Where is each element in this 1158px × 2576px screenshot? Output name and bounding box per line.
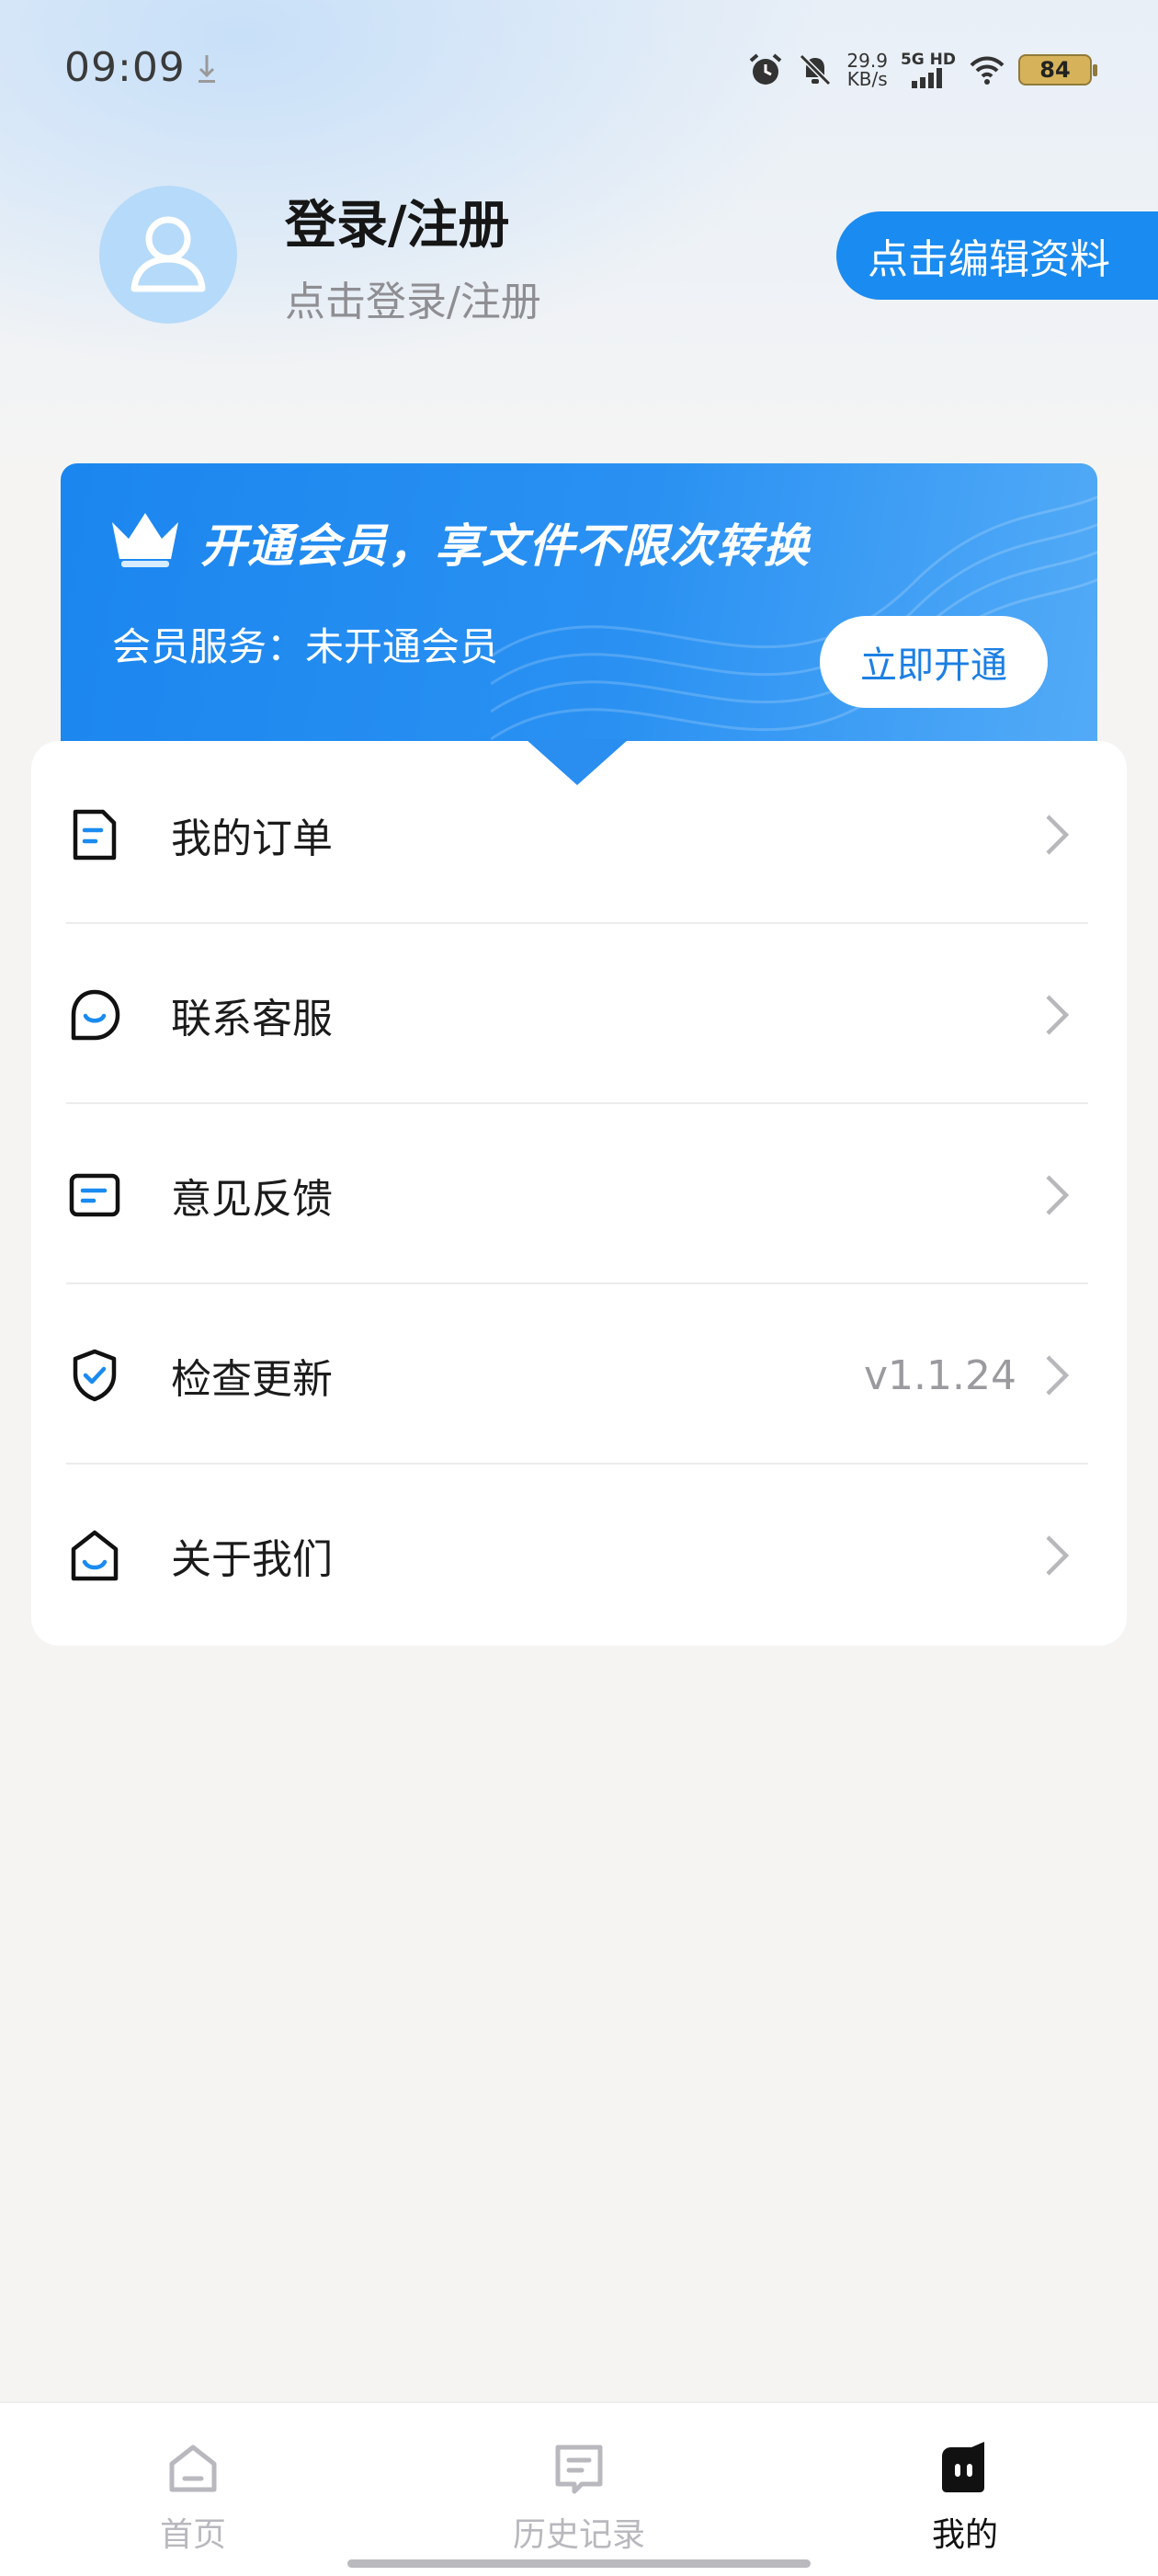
login-subtitle[interactable]: 点击登录/注册 — [285, 268, 541, 327]
mute-icon — [800, 53, 832, 86]
home-icon — [169, 2445, 217, 2492]
customer-service-icon — [71, 989, 120, 1041]
chevron-right-icon — [1046, 1175, 1070, 1215]
chevron-right-icon — [1046, 1355, 1070, 1396]
menu-item-check-update[interactable]: 检查更新 v1.1.24 — [66, 1285, 1088, 1465]
menu-item-about[interactable]: 关于我们 — [66, 1465, 1088, 1646]
nav-profile[interactable]: 我的 — [827, 2403, 1103, 2559]
nav-history[interactable]: 历史记录 — [441, 2403, 717, 2559]
download-icon — [199, 55, 215, 83]
menu-item-orders[interactable]: 我的订单 — [66, 745, 1088, 925]
cellular-indicator: 5G HD — [901, 51, 956, 88]
profile-icon — [942, 2442, 984, 2492]
menu-item-label: 检查更新 — [171, 1356, 333, 1403]
chevron-right-icon — [1046, 1535, 1070, 1576]
feedback-icon — [69, 1173, 120, 1217]
vip-banner[interactable]: 开通会员，享文件不限次转换 会员服务：未开通会员 立即开通 — [61, 463, 1097, 767]
divider — [66, 1463, 1088, 1465]
nav-home[interactable]: 首页 — [55, 2403, 331, 2559]
nav-label: 历史记录 — [512, 2516, 645, 2554]
net-speed: 29.9 KB/s — [846, 51, 888, 88]
open-vip-button[interactable]: 立即开通 — [820, 616, 1048, 708]
battery-icon: 84 — [1018, 54, 1097, 85]
alarm-icon — [750, 53, 782, 85]
network-tag: 5G HD — [900, 51, 956, 69]
status-time: 09:09 — [64, 44, 186, 91]
net-speed-unit: KB/s — [846, 68, 888, 90]
vip-title: 开通会员，享文件不限次转换 — [200, 519, 810, 573]
bottom-navigation: 首页 历史记录 我的 — [0, 2401, 1158, 2576]
signal-icon — [911, 68, 942, 88]
crown-icon — [112, 513, 178, 567]
wifi-icon — [970, 56, 1005, 85]
edit-profile-button[interactable]: 点击编辑资料 — [836, 211, 1158, 300]
nav-label: 我的 — [931, 2516, 998, 2554]
chevron-right-icon — [1046, 995, 1070, 1035]
status-bar: 09:09 29.9 KB/s 5G HD 84 — [0, 0, 1158, 138]
version-value: v1.1.24 — [864, 1351, 1016, 1399]
user-icon — [131, 216, 206, 292]
nav-label: 首页 — [159, 2516, 226, 2554]
home-indicator[interactable] — [347, 2559, 811, 2568]
menu-item-label: 联系客服 — [171, 996, 333, 1043]
chevron-right-icon — [1046, 815, 1070, 855]
order-icon — [73, 809, 117, 861]
about-icon — [71, 1530, 119, 1581]
net-speed-value: 29.9 — [846, 50, 888, 72]
login-title[interactable]: 登录/注册 — [285, 184, 509, 258]
battery-level: 84 — [1039, 57, 1071, 83]
history-icon — [555, 2445, 603, 2494]
shield-check-icon — [73, 1349, 117, 1402]
menu-item-feedback[interactable]: 意见反馈 — [66, 1105, 1088, 1285]
divider — [66, 1102, 1088, 1104]
menu-item-label: 我的订单 — [171, 815, 333, 862]
divider — [66, 922, 1088, 924]
divider — [66, 1282, 1088, 1284]
avatar[interactable] — [99, 186, 237, 324]
menu-item-label: 关于我们 — [171, 1536, 333, 1583]
menu-item-customer-service[interactable]: 联系客服 — [66, 925, 1088, 1105]
vip-status: 会员服务：未开通会员 — [112, 624, 499, 669]
menu-item-label: 意见反馈 — [171, 1176, 333, 1223]
